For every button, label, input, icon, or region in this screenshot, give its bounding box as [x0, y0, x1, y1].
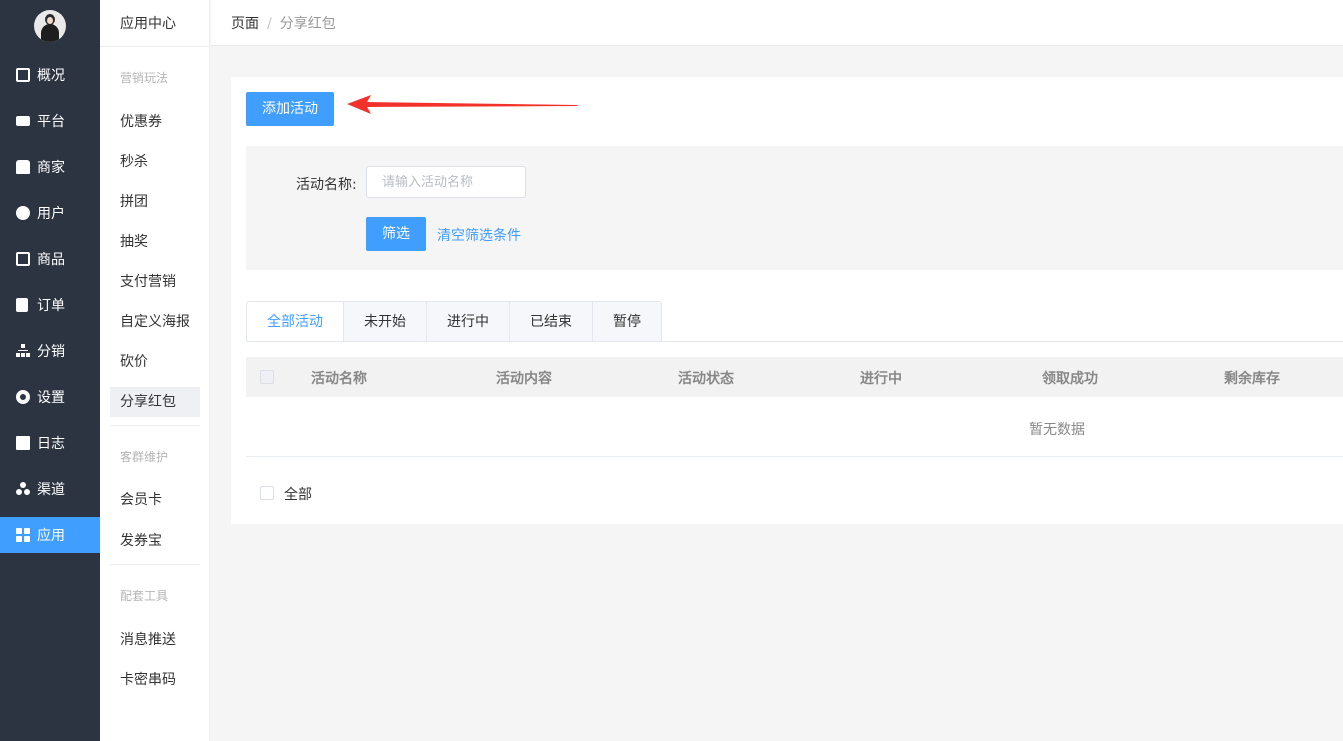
sub-item-flash-sale[interactable]: 秒杀: [110, 147, 200, 177]
nav-item-user[interactable]: 用户: [0, 195, 100, 231]
header: 页面 / 分享红包: [211, 0, 1343, 46]
sub-item-group-buy[interactable]: 拼团: [110, 187, 200, 217]
nav-item-distribution[interactable]: 分销: [0, 333, 100, 369]
sub-item-member-card[interactable]: 会员卡: [110, 485, 200, 515]
nav-item-logs[interactable]: 日志: [0, 425, 100, 461]
channels-icon: [16, 482, 30, 496]
annotation-arrow-icon: [347, 95, 577, 114]
breadcrumb: 页面 / 分享红包: [231, 13, 336, 33]
group-marketing: 营销玩法: [120, 71, 169, 85]
empty-state-text: 暂无数据: [1029, 422, 1085, 438]
main-nav: 概况 平台 商家 用户 商品 订单 分销 设置 日志 渠道 应用: [0, 0, 100, 741]
nav-item-label: 概况: [37, 68, 65, 84]
sub-nav: 应用中心 营销玩法 优惠券 秒杀 拼团 抽奖 支付营销 自定义海报 砍价 分享红…: [100, 0, 210, 741]
column-header: 活动状态: [678, 371, 734, 387]
sub-item-bargain[interactable]: 砍价: [110, 347, 200, 377]
nav-item-channels[interactable]: 渠道: [0, 471, 100, 507]
clear-filter-link[interactable]: 清空筛选条件: [437, 225, 521, 245]
hierarchy-icon: [16, 344, 30, 358]
table-header: 活动名称 活动内容 活动状态 进行中 领取成功 剩余库存: [246, 357, 1343, 397]
group-tools: 配套工具: [120, 589, 169, 603]
column-header: 活动名称: [311, 371, 367, 387]
sub-item-pay-marketing[interactable]: 支付营销: [110, 267, 200, 297]
nav-item-apps[interactable]: 应用: [0, 517, 100, 553]
breadcrumb-current: 分享红包: [279, 16, 336, 32]
sub-item-lottery[interactable]: 抽奖: [110, 227, 200, 257]
nav-item-label: 应用: [37, 528, 65, 544]
tab-ended[interactable]: 已结束: [510, 301, 593, 342]
clipboard-icon: [16, 298, 28, 312]
column-header: 进行中: [860, 371, 902, 387]
nav-item-label: 渠道: [37, 482, 65, 498]
select-all-label[interactable]: 全部: [284, 484, 312, 504]
nav-item-merchant[interactable]: 商家: [0, 149, 100, 185]
select-all-checkbox[interactable]: [260, 486, 274, 500]
sub-item-coupon[interactable]: 优惠券: [110, 107, 200, 137]
column-header: 剩余库存: [1224, 371, 1280, 387]
nav-item-overview[interactable]: 概况: [0, 57, 100, 93]
sub-item-card-codes[interactable]: 卡密串码: [110, 665, 200, 695]
add-activity-button[interactable]: 添加活动: [246, 92, 334, 126]
nav-item-goods[interactable]: 商品: [0, 241, 100, 277]
nav-item-label: 用户: [37, 206, 65, 222]
column-header: 领取成功: [1042, 371, 1098, 387]
nav-item-orders[interactable]: 订单: [0, 287, 100, 323]
nav-item-label: 设置: [37, 390, 65, 406]
chart-icon: [16, 68, 30, 82]
divider: [246, 341, 1343, 342]
gear-icon: [16, 390, 30, 404]
status-tabs: 全部活动 未开始 进行中 已结束 暂停: [246, 301, 662, 342]
tab-paused[interactable]: 暂停: [593, 301, 662, 342]
nav-item-label: 商品: [37, 252, 65, 268]
divider: [100, 46, 210, 47]
nav-item-platform[interactable]: 平台: [0, 103, 100, 139]
breadcrumb-root[interactable]: 页面: [231, 16, 259, 32]
breadcrumb-separator: /: [267, 16, 272, 32]
tab-all[interactable]: 全部活动: [246, 301, 344, 342]
divider: [246, 456, 1343, 457]
store-icon: [16, 160, 30, 174]
nav-item-label: 商家: [37, 160, 65, 176]
column-header: 活动内容: [496, 371, 552, 387]
nav-item-label: 分销: [37, 344, 65, 360]
tab-in-progress[interactable]: 进行中: [427, 301, 510, 342]
monitor-icon: [16, 116, 30, 126]
book-icon: [16, 436, 30, 450]
sub-item-share-red-packet[interactable]: 分享红包: [110, 387, 200, 417]
user-icon: [16, 206, 30, 220]
sub-nav-title: 应用中心: [120, 16, 176, 32]
filter-panel: 活动名称: 筛选 清空筛选条件: [246, 146, 1343, 270]
sub-item-custom-poster[interactable]: 自定义海报: [110, 307, 200, 337]
main-card: 添加活动 活动名称: 筛选 清空筛选条件 全部活动 未开始 进行中 已结束 暂停…: [231, 77, 1343, 524]
grid-icon: [16, 528, 30, 542]
sub-item-message-push[interactable]: 消息推送: [110, 625, 200, 655]
nav-item-label: 订单: [37, 298, 65, 314]
tab-not-started[interactable]: 未开始: [344, 301, 427, 342]
group-customer: 客群维护: [120, 450, 169, 464]
divider: [110, 425, 200, 426]
avatar[interactable]: [34, 10, 66, 42]
filter-button[interactable]: 筛选: [366, 217, 426, 251]
activity-name-label: 活动名称:: [296, 177, 357, 193]
activity-name-input[interactable]: [366, 166, 526, 198]
divider: [110, 564, 200, 565]
bag-icon: [16, 252, 30, 266]
sub-item-coupon-treasure[interactable]: 发券宝: [110, 526, 200, 556]
nav-item-settings[interactable]: 设置: [0, 379, 100, 415]
nav-item-label: 日志: [37, 436, 65, 452]
header-checkbox[interactable]: [260, 370, 274, 384]
nav-item-label: 平台: [37, 114, 65, 130]
